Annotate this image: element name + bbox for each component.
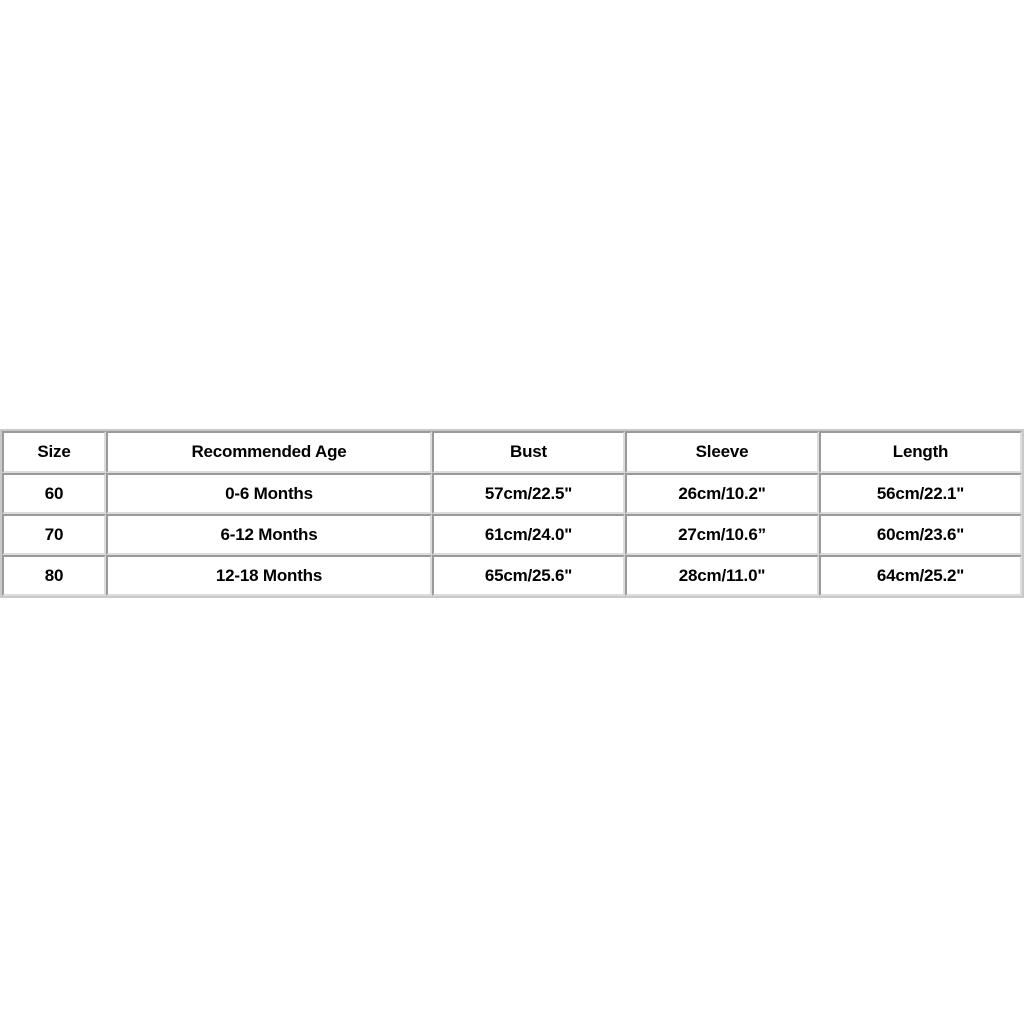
cell-age: 6-12 Months — [106, 514, 432, 555]
cell-size: 80 — [2, 555, 106, 596]
column-header-recommended-age: Recommended Age — [106, 431, 432, 473]
cell-sleeve: 27cm/10.6” — [625, 514, 819, 555]
cell-length: 60cm/23.6" — [819, 514, 1022, 555]
table-header-row: Size Recommended Age Bust Sleeve Length — [2, 431, 1022, 473]
cell-bust: 61cm/24.0" — [432, 514, 625, 555]
column-header-length: Length — [819, 431, 1022, 473]
table-row: 60 0-6 Months 57cm/22.5" 26cm/10.2" 56cm… — [2, 473, 1022, 514]
table-row: 70 6-12 Months 61cm/24.0" 27cm/10.6” 60c… — [2, 514, 1022, 555]
cell-length: 56cm/22.1" — [819, 473, 1022, 514]
cell-sleeve: 26cm/10.2" — [625, 473, 819, 514]
cell-sleeve: 28cm/11.0" — [625, 555, 819, 596]
cell-size: 70 — [2, 514, 106, 555]
cell-age: 0-6 Months — [106, 473, 432, 514]
cell-bust: 65cm/25.6" — [432, 555, 625, 596]
cell-length: 64cm/25.2" — [819, 555, 1022, 596]
column-header-size: Size — [2, 431, 106, 473]
column-header-bust: Bust — [432, 431, 625, 473]
page-canvas: Size Recommended Age Bust Sleeve Length … — [0, 0, 1024, 1024]
cell-size: 60 — [2, 473, 106, 514]
cell-bust: 57cm/22.5" — [432, 473, 625, 514]
column-header-sleeve: Sleeve — [625, 431, 819, 473]
size-chart-table: Size Recommended Age Bust Sleeve Length … — [0, 429, 1024, 598]
size-chart-container: Size Recommended Age Bust Sleeve Length … — [0, 429, 1024, 598]
cell-age: 12-18 Months — [106, 555, 432, 596]
table-row: 80 12-18 Months 65cm/25.6" 28cm/11.0" 64… — [2, 555, 1022, 596]
